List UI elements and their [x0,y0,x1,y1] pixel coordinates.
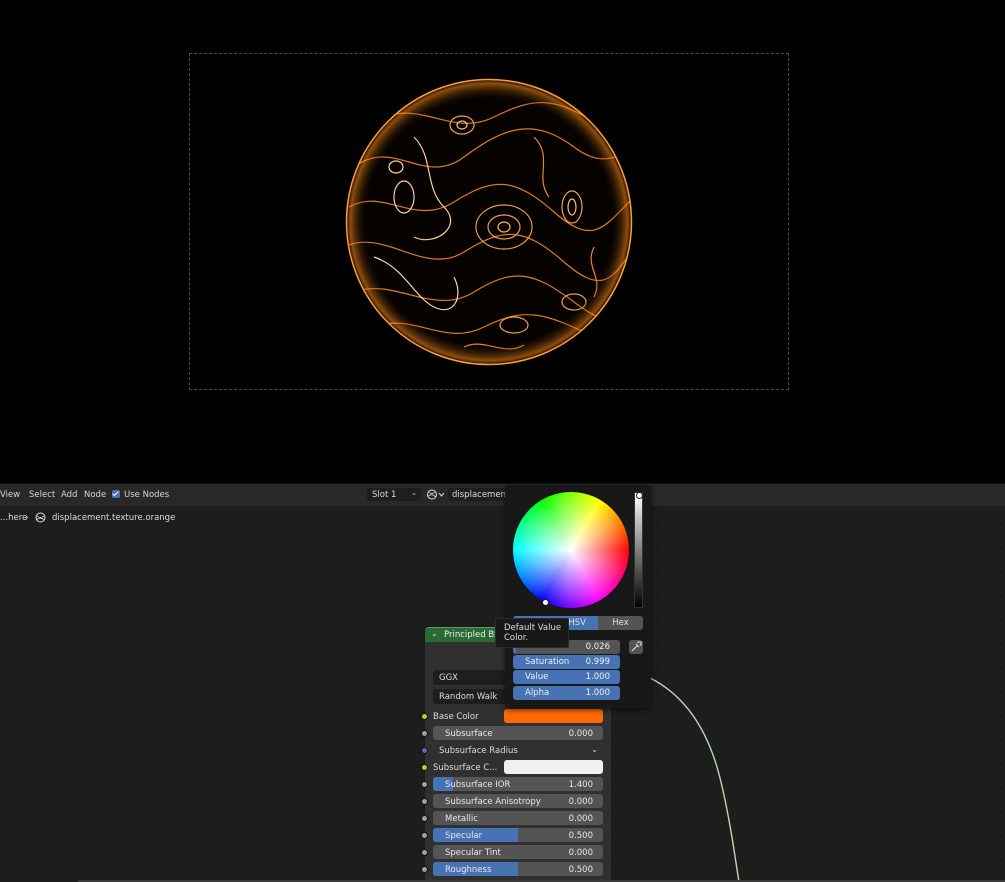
eyedropper-button[interactable] [629,640,643,654]
breadcrumb-material: displacement.texture.orange [52,513,176,523]
subsurface-slider[interactable]: Subsurface 0.000 [433,726,603,740]
subsurface-anisotropy-slider[interactable]: Subsurface Anisotropy 0.000 [433,794,603,808]
slider-value: 0.500 [568,865,593,875]
input-subsurface-radius: Subsurface Radius ⌄ [421,742,611,759]
subsurface-method-value: Random Walk [439,692,498,702]
color-picker-popup[interactable]: HSV Hex 0.026 Saturation 0.999 Value 1.0… [505,485,651,708]
slider-value: 0.500 [568,831,593,841]
browse-material-button[interactable] [426,488,446,501]
input-specular-tint: Specular Tint 0.000 [421,844,611,861]
input-socket[interactable] [421,798,428,805]
input-socket[interactable] [421,764,428,771]
value-field[interactable]: Value 1.000 [513,670,620,684]
input-socket[interactable] [421,832,428,839]
breadcrumb-parent: ...here [0,513,28,523]
input-socket[interactable] [421,730,428,737]
rendered-sphere [345,78,633,366]
saturation-value: 0.999 [585,657,610,667]
input-subsurface-color: Subsurface C... [421,759,611,776]
tooltip-title: Default Value [504,623,562,633]
subsurface-ior-slider[interactable]: Subsurface IOR 1.400 [433,777,603,791]
slider-label: Subsurface Anisotropy [445,797,541,807]
slider-label: Specular Tint [445,848,501,858]
material-name-field[interactable]: displacement.texture.orange [448,488,510,501]
distribution-value: GGX [439,673,458,683]
editor-header: View Select Add Node Use Nodes Slot 1 ⌄ … [0,483,1005,506]
chevron-down-icon: ⌄ [411,489,417,497]
chevron-right-icon: › [25,513,29,523]
subsurface-color-swatch[interactable] [504,760,603,774]
menu-add[interactable]: Add [61,490,77,500]
tooltip: Default Value Color. [495,618,569,648]
hue-value: 0.026 [585,642,610,652]
specular-tint-slider[interactable]: Specular Tint 0.000 [433,845,603,859]
slider-label: Specular [445,831,483,841]
tooltip-description: Color. [504,633,529,643]
use-nodes-label[interactable]: Use Nodes [124,490,169,500]
input-socket[interactable] [421,866,428,873]
dropdown-label: Subsurface Radius [439,746,518,756]
input-subsurface-anisotropy: Subsurface Anisotropy 0.000 [421,793,611,810]
tab-hex[interactable]: Hex [598,616,643,630]
slider-label: Subsurface [445,729,493,739]
node-link-wire [649,677,740,882]
use-nodes-checkbox[interactable] [112,490,120,498]
base-color-swatch[interactable] [504,709,603,723]
slider-value: 0.000 [568,729,593,739]
collapse-arrow-icon[interactable]: ⌄ [431,629,438,638]
menu-view[interactable]: View [0,490,20,500]
metallic-slider[interactable]: Metallic 0.000 [433,811,603,825]
value-label: Value [525,672,549,682]
hsv-color-wheel[interactable] [513,492,629,608]
specular-slider[interactable]: Specular 0.500 [433,828,603,842]
menu-node[interactable]: Node [84,490,106,500]
input-socket[interactable] [421,815,428,822]
value-gradient-slider[interactable] [634,492,643,608]
material-name-text: displacement.texture.orange [452,490,510,500]
alpha-value: 1.000 [585,688,610,698]
alpha-label: Alpha [525,688,550,698]
input-socket[interactable] [421,849,428,856]
input-specular: Specular 0.500 [421,827,611,844]
chevron-down-icon: ⌄ [591,745,598,754]
slider-value: 0.000 [568,848,593,858]
slider-label: Roughness [445,865,492,875]
value-value: 1.000 [585,672,610,682]
input-subsurface: Subsurface 0.000 [421,725,611,742]
slot-label: Slot 1 [372,490,397,500]
input-metallic: Metallic 0.000 [421,810,611,827]
base-color-label: Base Color [433,712,479,722]
subsurface-radius-dropdown[interactable]: Subsurface Radius ⌄ [433,743,603,757]
input-socket[interactable] [421,781,428,788]
color-wheel-cursor[interactable] [542,599,549,606]
tab-hex-label: Hex [612,618,629,628]
tab-hsv-label: HSV [568,618,586,628]
input-socket[interactable] [421,747,428,754]
input-base-color: Base Color [421,708,611,725]
eyedropper-icon [631,641,642,652]
saturation-label: Saturation [525,657,570,667]
subsurface-color-label: Subsurface C... [433,763,498,773]
saturation-field[interactable]: Saturation 0.999 [513,655,620,669]
slider-value: 1.400 [568,780,593,790]
slider-value: 0.000 [568,814,593,824]
input-roughness: Roughness 0.500 [421,861,611,878]
roughness-slider[interactable]: Roughness 0.500 [433,862,603,876]
slot-dropdown[interactable]: Slot 1 ⌄ [367,488,421,501]
slider-value: 0.000 [568,797,593,807]
slider-label: Subsurface IOR [445,780,511,790]
material-sphere-icon [35,512,46,523]
input-socket[interactable] [421,713,428,720]
slider-label: Metallic [445,814,478,824]
material-sphere-icon [427,489,445,500]
menu-select[interactable]: Select [29,490,55,500]
value-slider-handle[interactable] [636,492,643,499]
shader-node-editor[interactable]: View Select Add Node Use Nodes Slot 1 ⌄ … [0,483,1005,882]
alpha-field[interactable]: Alpha 1.000 [513,686,620,700]
render-viewport [0,0,1005,483]
input-subsurface-ior: Subsurface IOR 1.400 [421,776,611,793]
